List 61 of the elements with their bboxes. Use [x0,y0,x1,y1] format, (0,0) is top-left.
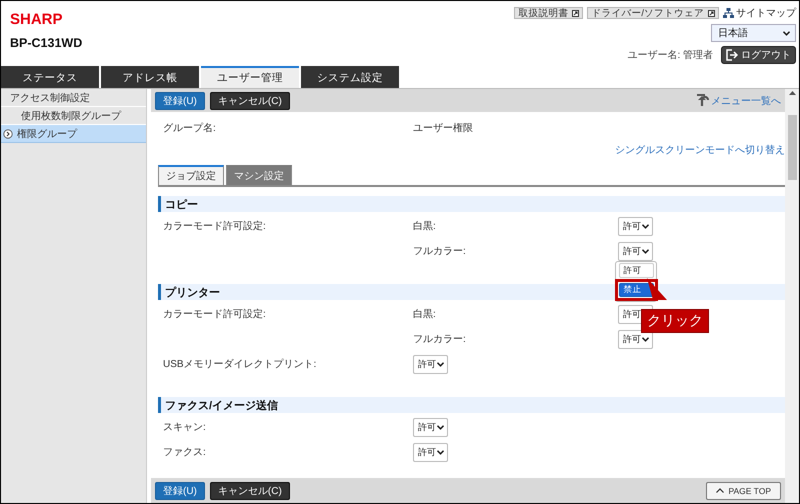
chevron-icon [642,249,649,254]
chevron-icon [437,362,444,367]
doc-link[interactable]: ドライバー/ソフトウェア [587,7,719,19]
setting-sublabel: フルカラー: [413,245,467,258]
sitemap-icon [723,8,734,18]
nav-tab[interactable]: ステータス [1,66,99,88]
field-value: ユーザー権限 [413,122,473,135]
select-field[interactable]: 許可 [618,330,653,349]
select-field[interactable]: 許可 [413,418,448,437]
return-arrow-icon [696,94,710,107]
sub-tab[interactable]: ジョブ設定 [158,165,224,185]
logout-icon [726,49,738,61]
select-field[interactable]: 許可 [618,217,653,236]
section-header: ファクス/イメージ送信 [158,397,785,413]
nav-tab[interactable]: システム設定 [301,66,399,88]
register-button[interactable]: 登録(U) [155,482,205,500]
model-name: BP-C131WD [10,36,82,50]
chevron-icon [437,450,444,455]
field-label: グループ名: [163,122,217,135]
doc-link[interactable]: 取扱説明書 [514,7,584,19]
select-field[interactable]: 許可 [413,443,448,462]
cancel-button[interactable]: キャンセル(C) [210,92,290,110]
chevron-icon [783,30,790,36]
setting-sublabel: 白黒: [413,220,437,233]
user-name-label: ユーザー名: 管理者 [627,48,713,62]
menu-list-link[interactable]: メニュー一覧へ [696,94,781,108]
click-tooltip: クリック [641,278,709,333]
setting-label: カラーモード許可設定: [163,308,267,321]
external-link-icon [572,10,580,16]
chevron-icon [642,224,649,229]
nav-tab[interactable]: ユーザー管理 [201,66,299,88]
sub-tab[interactable]: マシン設定 [226,165,292,185]
brand-logo: SHARP [10,12,64,27]
scroll-up-icon[interactable] [788,91,796,95]
setting-label: カラーモード許可設定: [163,220,267,233]
scrollbar[interactable] [785,89,799,503]
logout-button[interactable]: ログアウト [721,46,796,64]
page-top-button[interactable]: PAGE TOP [706,482,781,500]
setting-sublabel: 白黒: [413,308,437,321]
scroll-thumb[interactable] [788,115,796,180]
section-header: コピー [158,196,785,212]
mode-switch-link[interactable]: シングルスクリーンモードへ切り替え [615,143,785,157]
sitemap-link[interactable]: サイトマップ [723,6,796,20]
dropdown-option[interactable]: 禁止 [618,283,654,297]
caret-up-icon [716,488,724,493]
setting-label: スキャン: [163,421,207,434]
dropdown-option[interactable]: 許可 [618,263,654,278]
chevron-circle-icon [3,128,13,138]
chevron-icon [437,425,444,430]
external-link-icon [708,10,715,16]
chevron-icon [642,337,649,342]
register-button[interactable]: 登録(U) [155,92,205,110]
sidebar-item[interactable]: 権限グループ [1,125,146,143]
setting-label: ファクス: [163,446,207,459]
setting-sublabel: フルカラー: [413,333,467,346]
cancel-button[interactable]: キャンセル(C) [210,482,290,500]
setting-label: USBメモリーダイレクトプリント: [163,358,318,371]
select-field[interactable]: 許可 [413,355,448,374]
language-select[interactable]: 日本語 [711,24,796,42]
nav-tab[interactable]: アドレス帳 [101,66,199,88]
select-field[interactable]: 許可 [618,242,653,261]
